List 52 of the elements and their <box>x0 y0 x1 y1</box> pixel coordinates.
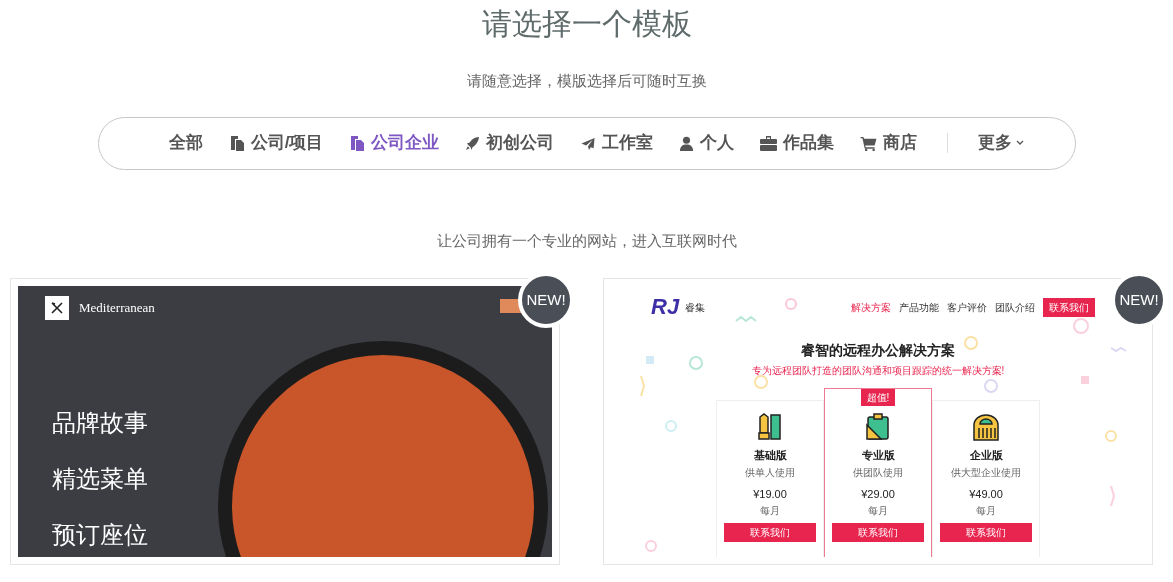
page-subheading: 请随意选择，模版选择后可随时互换 <box>466 71 707 91</box>
category-tagline: 让公司拥有一个专业的网站，进入互联网时代 <box>436 230 737 251</box>
plan-price: ¥19.00 <box>753 486 787 502</box>
user-icon <box>679 135 695 151</box>
paper-plane-icon <box>580 135 597 151</box>
nav-link[interactable]: 客户评价 <box>947 299 987 315</box>
contact-button[interactable]: 联系我们 <box>940 523 1032 542</box>
plan-name: 专业版 <box>861 448 895 463</box>
plan-name: 企业版 <box>969 448 1003 463</box>
copy-icon <box>349 135 366 151</box>
copy-icon <box>228 135 245 151</box>
brand-name: 睿集 <box>685 300 706 315</box>
building-icon <box>971 413 1001 441</box>
plan-price: ¥49.00 <box>969 486 1003 502</box>
nav-link[interactable]: 产品功能 <box>899 299 939 315</box>
plan-description: 供单人使用 <box>745 465 795 480</box>
plan-description: 供团队使用 <box>853 465 903 480</box>
plan-price: ¥29.00 <box>861 486 895 502</box>
nav-link[interactable]: 团队介绍 <box>995 299 1035 315</box>
ribbon-label: 超值! <box>860 389 896 406</box>
menu-link[interactable]: 品牌故事 <box>52 408 148 438</box>
contact-button[interactable]: 联系我们 <box>724 523 816 542</box>
billing-period: 每月 <box>868 504 888 518</box>
filter-tab[interactable]: 个人 <box>679 130 735 156</box>
filter-tab[interactable]: 全部 <box>168 130 203 156</box>
contact-button[interactable]: 联系我们 <box>832 523 924 542</box>
filter-tab[interactable]: 工作室 <box>580 130 654 156</box>
plan-description: 供大型企业使用 <box>951 465 1021 480</box>
contact-button[interactable]: 联系我们 <box>1043 297 1095 317</box>
nav-link[interactable]: 解决方案 <box>851 299 891 315</box>
filter-tab[interactable]: 初创公司 <box>465 130 555 156</box>
menu-link[interactable]: 精选菜单 <box>52 464 148 494</box>
cart-icon <box>860 135 878 151</box>
brand-name: Mediterranean <box>79 299 155 318</box>
filter-tab[interactable]: 作品集 <box>760 130 835 156</box>
billing-period: 每月 <box>976 504 996 518</box>
billing-period: 每月 <box>760 504 780 518</box>
preview-headline: 睿智的远程办公解决方案 <box>801 341 955 360</box>
filter-tab[interactable]: 公司企业 <box>349 130 440 156</box>
menu-link[interactable]: 预订座位 <box>52 520 148 550</box>
pen-ruler-icon <box>757 413 783 441</box>
plan-name: 基础版 <box>753 448 787 463</box>
caret-icon <box>1016 140 1025 146</box>
briefcase-icon <box>760 135 778 151</box>
brand-logo: RJ <box>651 296 680 318</box>
clipboard-icon <box>865 413 891 441</box>
more-dropdown[interactable]: 更多 <box>978 130 1025 156</box>
page-heading: 请选择一个模板 <box>481 6 692 42</box>
filter-tab[interactable]: 公司/项目 <box>228 130 324 156</box>
preview-tagline: 专为远程团队打造的团队沟通和项目跟踪的统一解决方案! <box>751 364 1005 378</box>
rocket-icon <box>465 135 481 151</box>
filter-tab[interactable]: 商店 <box>860 130 918 156</box>
